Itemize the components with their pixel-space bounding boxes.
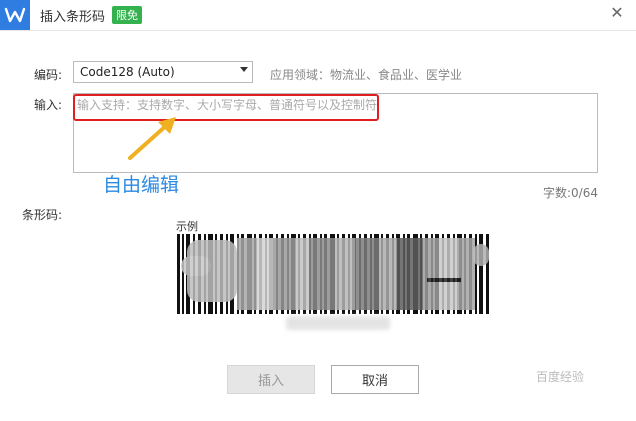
free-badge: 限免: [112, 6, 142, 24]
encode-hint: 应用领域：物流业、食品业、医学业: [270, 68, 463, 82]
title-bar: 插入条形码 限免 ✕: [0, 0, 636, 31]
char-count: 字数:0/64: [543, 186, 598, 200]
watermark: 百度经验: [536, 370, 585, 384]
encode-select[interactable]: Code128 (Auto): [73, 61, 253, 83]
input-label: 输入:: [34, 98, 63, 112]
barcode-label: 条形码:: [22, 208, 63, 222]
example-label: 示例: [176, 220, 198, 233]
input-placeholder: 输入支持：支持数字、大小写字母、普通符号以及控制符: [77, 98, 378, 112]
close-icon[interactable]: ✕: [610, 5, 624, 21]
annotation-text: 自由编辑: [103, 174, 180, 196]
wps-logo-icon: [0, 0, 30, 30]
dialog-title: 插入条形码: [40, 10, 106, 25]
chevron-down-icon: [240, 67, 248, 72]
encode-select-value: Code128 (Auto): [80, 65, 175, 79]
insert-button[interactable]: 插入: [227, 365, 315, 394]
barcode-preview: [177, 234, 489, 314]
barcode-text-blurred: [286, 316, 390, 330]
encode-label: 编码:: [34, 68, 63, 82]
cancel-button[interactable]: 取消: [331, 365, 419, 394]
annotation-arrow-icon: [128, 117, 176, 160]
